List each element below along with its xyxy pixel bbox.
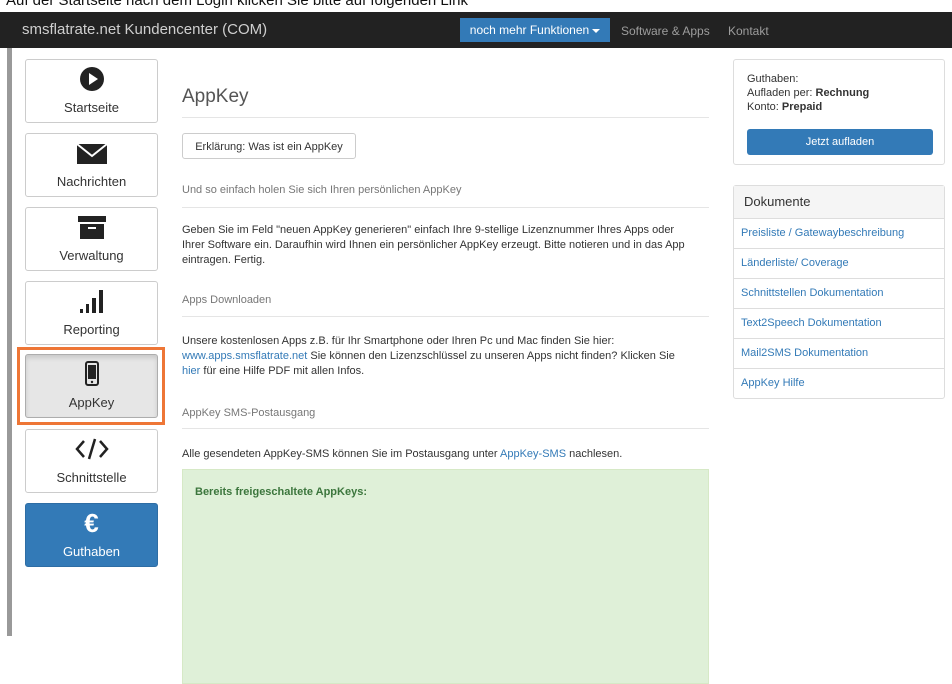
unlocked-appkeys-title: Bereits freigeschaltete AppKeys: (195, 486, 367, 498)
envelope-icon (26, 140, 157, 166)
text-line: Geben Sie im Feld "neuen AppKey generier… (182, 224, 675, 236)
documents-title: Dokumente (734, 186, 944, 219)
sidebar-item-label: Nachrichten (56, 174, 127, 189)
text-line: eintragen. Fertig. (182, 254, 266, 266)
play-circle-icon (26, 66, 157, 92)
section-title-apps-download: Apps Downloaden (182, 294, 272, 306)
text-segment: nachlesen. (566, 448, 623, 460)
signal-bars-icon (26, 288, 157, 314)
left-edge-bar (7, 48, 12, 636)
doc-link-interface-docs[interactable]: Schnittstellen Dokumentation (734, 279, 944, 309)
apps-website-link[interactable]: www.apps.smsflatrate.net (182, 350, 307, 362)
sidebar-item-label: Guthaben (62, 544, 121, 559)
doc-link-mail2sms[interactable]: Mail2SMS Dokumentation (734, 339, 944, 369)
sidebar-item-reporting[interactable]: Reporting (25, 281, 158, 345)
more-functions-label: noch mehr Funktionen (469, 23, 590, 37)
charge-method-value: Rechnung (815, 87, 870, 99)
archive-icon (26, 214, 157, 240)
account-value: Prepaid (781, 101, 823, 113)
sidebar-item-nachrichten[interactable]: Nachrichten (25, 133, 158, 197)
text-segment: Sie können den Lizenzschlüssel zu unsere… (307, 350, 675, 362)
sidebar-item-schnittstelle[interactable]: Schnittstelle (25, 429, 158, 493)
balance-box: Guthaben: Aufladen per: Rechnung Konto: … (733, 59, 945, 165)
text-line: Ihrer Software ein. Daraufhin wird Ihnen… (182, 239, 685, 251)
charge-now-button[interactable]: Jetzt aufladen (747, 129, 933, 155)
nav-link-software-apps[interactable]: Software & Apps (621, 24, 710, 38)
divider (182, 316, 709, 317)
text-line: Unsere kostenlosen Apps z.B. für Ihr Sma… (182, 335, 615, 347)
text-line: www.apps.smsflatrate.net Sie können den … (182, 349, 709, 364)
doc-link-price-list[interactable]: Preisliste / Gatewaybeschreibung (734, 219, 944, 249)
sidebar-item-label: Verwaltung (59, 248, 124, 263)
euro-icon: € (84, 508, 99, 538)
page-title: AppKey (182, 86, 249, 107)
section-text-get-appkey: Geben Sie im Feld "neuen AppKey generier… (182, 223, 709, 268)
explain-appkey-button[interactable]: Erklärung: Was ist ein AppKey (182, 133, 356, 159)
charge-method-label: Aufladen per: (747, 87, 816, 99)
sidebar-item-label: Schnittstelle (56, 470, 127, 485)
sidebar-item-guthaben[interactable]: € Guthaben (25, 503, 158, 567)
appkey-sms-link[interactable]: AppKey-SMS (500, 448, 566, 460)
doc-link-coverage[interactable]: Länderliste/ Coverage (734, 249, 944, 279)
section-title-sms-outbox: AppKey SMS-Postausgang (182, 407, 316, 419)
section-text-apps-download: Unsere kostenlosen Apps z.B. für Ihr Sma… (182, 334, 709, 379)
caption-text: Auf der Startseite nach dem Login klicke… (6, 0, 468, 9)
documents-panel: Dokumente Preisliste / Gatewaybeschreibu… (733, 185, 945, 399)
divider (182, 117, 709, 118)
doc-link-text2speech[interactable]: Text2Speech Dokumentation (734, 309, 944, 339)
text-line: hier für eine Hilfe PDF mit allen Infos. (182, 364, 709, 379)
code-icon (26, 436, 157, 462)
help-pdf-link[interactable]: hier (182, 365, 200, 377)
more-functions-dropdown[interactable]: noch mehr Funktionen (460, 18, 610, 42)
doc-link-appkey-help[interactable]: AppKey Hilfe (734, 369, 944, 398)
nav-link-kontakt[interactable]: Kontakt (728, 24, 769, 38)
divider (182, 428, 709, 429)
account-line: Konto: Prepaid (747, 101, 822, 113)
sidebar-item-label: Startseite (64, 100, 119, 115)
balance-label: Guthaben: (747, 73, 799, 85)
sidebar-item-verwaltung[interactable]: Verwaltung (25, 207, 158, 271)
account-label: Konto: (747, 101, 782, 113)
unlocked-appkeys-panel: Bereits freigeschaltete AppKeys: (182, 469, 709, 684)
brand-title[interactable]: smsflatrate.net Kundencenter (COM) (22, 21, 267, 38)
divider (182, 207, 709, 208)
caret-down-icon (592, 28, 601, 33)
text-segment: für eine Hilfe PDF mit allen Infos. (200, 365, 365, 377)
charge-method-line: Aufladen per: Rechnung (747, 87, 869, 99)
section-title-get-appkey: Und so einfach holen Sie sich Ihren pers… (182, 184, 462, 196)
text-segment: Alle gesendeten AppKey-SMS können Sie im… (182, 448, 500, 460)
appkey-highlight-frame (17, 347, 165, 425)
top-navbar: smsflatrate.net Kundencenter (COM) noch … (0, 12, 952, 48)
section-text-sms-outbox: Alle gesendeten AppKey-SMS können Sie im… (182, 447, 709, 462)
sidebar-item-label: Reporting (63, 322, 120, 337)
sidebar-item-startseite[interactable]: Startseite (25, 59, 158, 123)
